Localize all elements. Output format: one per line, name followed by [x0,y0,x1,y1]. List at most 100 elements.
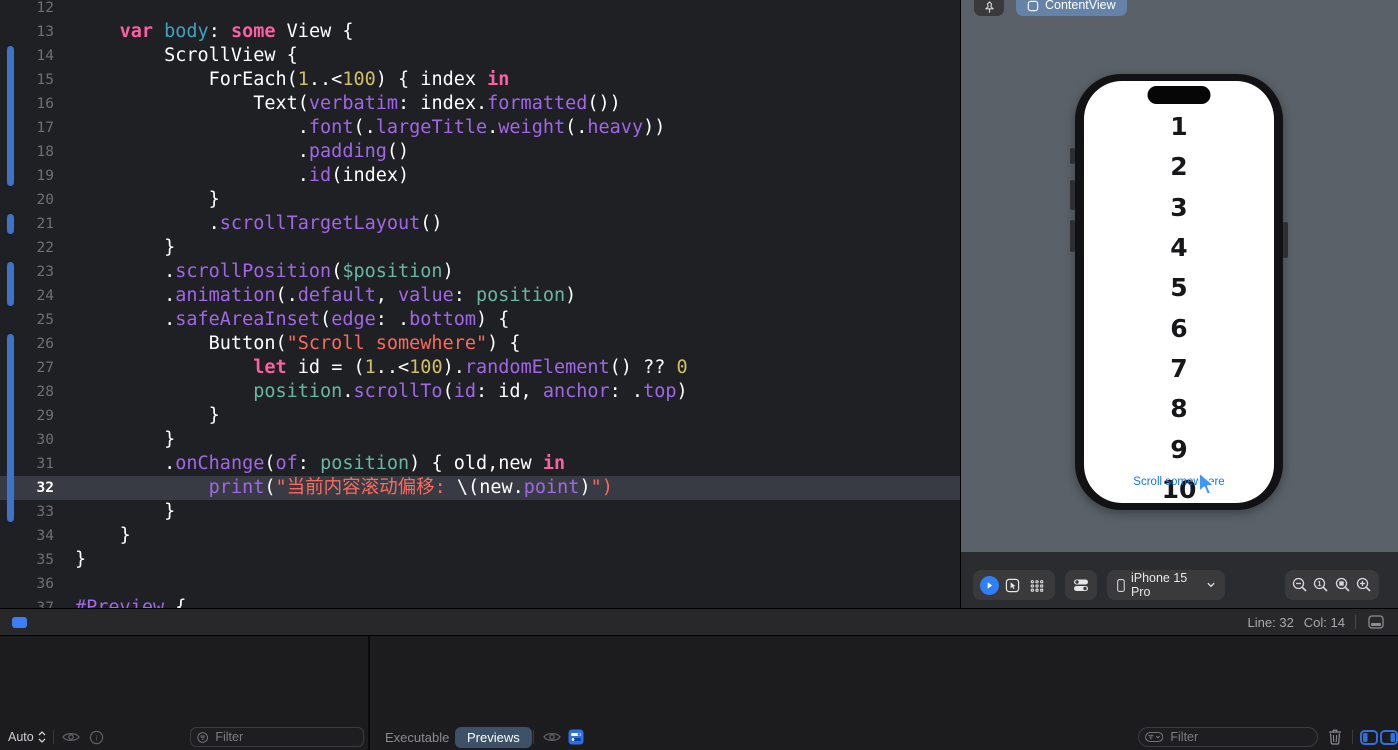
line-number[interactable]: 35 [0,548,56,572]
scroll-somewhere-button[interactable]: Scroll somewhere [1084,475,1274,489]
code-line-13[interactable]: 13 var body: some View { [0,20,960,44]
pane-divider[interactable] [368,636,370,750]
line-number[interactable]: 25 [0,308,56,332]
console-pane-right-toggle[interactable] [1380,727,1398,747]
variables-filter-field[interactable] [190,727,364,747]
code-line-18[interactable]: 18 .padding() [0,140,960,164]
code-line-27[interactable]: 27 let id = (1..<100).randomElement() ??… [0,356,960,380]
console-pane-left-toggle[interactable] [1360,727,1378,747]
variants-mode-button[interactable] [1026,574,1048,596]
code-text: .font(.largeTitle.weight(.heavy)) [56,116,960,140]
code-text: var body: some View { [56,20,960,44]
code-line-28[interactable]: 28 position.scrollTo(id: id, anchor: .to… [0,380,960,404]
pin-preview-button[interactable] [974,0,1004,16]
adjust-editor-icon[interactable] [12,617,27,628]
volume-up-button [1070,180,1075,210]
console-pane-left-icon [1360,730,1378,745]
pin-icon [983,1,996,14]
code-line-17[interactable]: 17 .font(.largeTitle.weight(.heavy)) [0,116,960,140]
code-line-20[interactable]: 20 } [0,188,960,212]
code-line-30[interactable]: 30 } [0,428,960,452]
code-text: } [56,500,960,524]
change-bar[interactable] [7,214,14,234]
preview-tab-contentview[interactable]: ContentView [1016,0,1127,16]
console-scope-previews[interactable]: Previews [455,727,532,748]
variables-view-mode-label: Auto [8,730,34,744]
line-number[interactable]: 34 [0,524,56,548]
iphone-screen[interactable]: 12345678910 Scroll somewhere [1084,81,1274,503]
device-selector[interactable]: iPhone 15 Pro [1107,570,1225,600]
change-bar[interactable] [7,334,14,522]
code-line-22[interactable]: 22 } [0,236,960,260]
variables-toggle-button[interactable] [568,727,584,747]
editor-layout-button[interactable] [1368,615,1384,634]
chevron-down-icon [1207,582,1215,588]
code-line-26[interactable]: 26 Button("Scroll somewhere") { [0,332,960,356]
code-line-15[interactable]: 15 ForEach(1..<100) { index in [0,68,960,92]
device-phone-icon [1117,578,1125,593]
info-button[interactable]: i [89,727,104,747]
line-number[interactable]: 22 [0,236,56,260]
zoom-in-button[interactable] [1354,574,1376,596]
console-scope-executable[interactable]: Executable [385,727,449,747]
change-bar[interactable] [7,46,14,186]
code-line-25[interactable]: 25 .safeAreaInset(edge: .bottom) { [0,308,960,332]
quick-look-button[interactable] [62,727,80,747]
filter-icon [197,731,208,744]
live-preview-button[interactable] [980,576,999,595]
source-editor[interactable]: 1213 var body: some View {14 ScrollView … [0,0,961,610]
variables-filter-input[interactable] [213,729,357,745]
line-indicator: Line: 32 [1248,615,1294,630]
zoom-100-button[interactable]: 1 [1311,574,1333,596]
console-filter-field[interactable] [1138,727,1318,747]
code-line-12[interactable]: 12 [0,0,960,20]
line-number[interactable]: 12 [0,0,56,20]
code-text: } [56,188,960,212]
line-number[interactable]: 13 [0,20,56,44]
variants-grid-icon [1029,578,1045,593]
code-line-34[interactable]: 34 } [0,524,960,548]
preview-tab-label: ContentView [1045,0,1116,12]
code-text: .safeAreaInset(edge: .bottom) { [56,308,960,332]
variables-toggle-icon [568,729,584,745]
zoom-out-button[interactable] [1289,574,1311,596]
selectable-mode-button[interactable] [1001,574,1023,596]
volume-down-button [1070,220,1075,252]
code-line-33[interactable]: 33 } [0,500,960,524]
console-quick-look-button[interactable] [543,727,561,747]
code-text: Text(verbatim: index.formatted()) [56,92,960,116]
variables-view-mode-dropdown[interactable]: Auto [8,727,46,747]
code-line-32[interactable]: 32 print("当前内容滚动偏移: \(new.point)") [0,476,960,500]
line-number[interactable]: 36 [0,572,56,596]
code-line-36[interactable]: 36 [0,572,960,596]
device-settings-button[interactable] [1065,570,1097,600]
code-line-21[interactable]: 21 .scrollTargetLayout() [0,212,960,236]
code-text: print("当前内容滚动偏移: \(new.point)") [56,476,960,500]
scroll-list-item-4: 4 [1084,234,1274,262]
console-filter-input[interactable] [1168,729,1311,745]
zoom-controls: 1 [1285,570,1379,600]
editor-layout-icon [1368,615,1384,629]
clear-console-button[interactable] [1328,727,1342,747]
device-settings-icon [1073,577,1089,593]
power-button [1283,222,1288,258]
code-line-14[interactable]: 14 ScrollView { [0,44,960,68]
filter-chevron-icon [1145,731,1163,743]
code-line-19[interactable]: 19 .id(index) [0,164,960,188]
zoom-out-icon [1292,577,1308,593]
zoom-fit-button[interactable] [1332,574,1354,596]
zoom-100-icon: 1 [1313,577,1329,593]
change-bar[interactable] [7,262,14,306]
divider [533,730,534,744]
code-line-16[interactable]: 16 Text(verbatim: index.formatted()) [0,92,960,116]
line-number[interactable]: 20 [0,188,56,212]
mute-switch [1070,148,1075,164]
code-line-23[interactable]: 23 .scrollPosition($position) [0,260,960,284]
code-line-29[interactable]: 29 } [0,404,960,428]
code-line-24[interactable]: 24 .animation(.default, value: position) [0,284,960,308]
code-line-31[interactable]: 31 .onChange(of: position) { old,new in [0,452,960,476]
code-line-35[interactable]: 35} [0,548,960,572]
scroll-list-item-2: 2 [1084,153,1274,181]
cursor-pointer-icon [1196,471,1218,502]
divider [1355,615,1356,629]
